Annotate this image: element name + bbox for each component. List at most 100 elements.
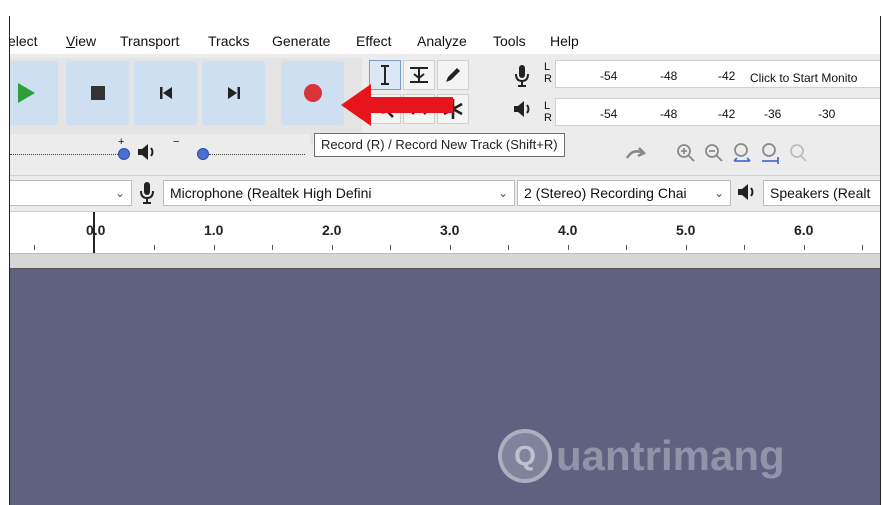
transport-toolbar	[10, 58, 362, 144]
menu-view[interactable]: View	[66, 33, 96, 49]
record-meter-hint: Click to Start Monito	[750, 71, 858, 85]
stop-button[interactable]	[66, 61, 129, 125]
fit-selection-icon	[733, 143, 751, 162]
skip-to-start-button[interactable]	[134, 61, 197, 125]
ruler-tick	[686, 245, 687, 250]
record-meter-channels: LR	[544, 61, 552, 85]
play-volume-track[interactable]	[209, 154, 305, 155]
ruler-label: 6.0	[794, 222, 814, 238]
ruler-label: 3.0	[440, 222, 460, 238]
play-meter-tick: -36	[764, 107, 782, 121]
play-icon	[10, 61, 58, 125]
menu-transport[interactable]: Transport	[120, 33, 179, 49]
ruler-label: 0.0	[86, 222, 106, 238]
watermark-logo: Q uantrimang	[498, 429, 785, 483]
speaker-meter-icon[interactable]	[512, 98, 534, 123]
ruler-tick	[332, 245, 333, 250]
timeline-scroll-strip[interactable]	[10, 253, 880, 269]
menu-help[interactable]: Help	[550, 33, 579, 49]
device-toolbar: ⌄ Microphone (Realtek High Defini ⌄ 2 (S…	[10, 175, 880, 208]
recording-channels-select[interactable]: 2 (Stereo) Recording Chai ⌄	[517, 180, 731, 206]
record-icon	[281, 61, 344, 125]
fit-project-icon	[762, 143, 779, 164]
meter-toolbar: LR -54 -48 -42 Click to Start Monito LR …	[505, 58, 880, 136]
play-meter-tick: -42	[718, 107, 736, 121]
record-meter[interactable]: -54 -48 -42 Click to Start Monito	[555, 60, 880, 88]
menu-analyze[interactable]: Analyze	[417, 33, 467, 49]
menu-select[interactable]: elect	[10, 33, 38, 49]
chevron-down-icon: ⌄	[497, 186, 508, 200]
menu-tools[interactable]: Tools	[493, 33, 526, 49]
ruler-tick	[744, 245, 745, 250]
redo-button[interactable]	[622, 138, 650, 168]
watermark-badge: Q	[498, 429, 552, 483]
ruler-tick	[508, 245, 509, 250]
ruler-tick	[154, 245, 155, 250]
ruler-label: 5.0	[676, 222, 696, 238]
play-meter-tick: -54	[600, 107, 618, 121]
speaker-volume-icon	[136, 142, 158, 165]
watermark-text: uantrimang	[556, 432, 785, 479]
play-button[interactable]	[10, 61, 58, 125]
menu-view-rest: iew	[75, 33, 97, 49]
record-meter-tick: -54	[600, 69, 618, 83]
playhead[interactable]	[93, 212, 95, 254]
microphone-meter-icon[interactable]	[513, 64, 531, 91]
play-meter-tick: -48	[660, 107, 678, 121]
record-tooltip: Record (R) / Record New Track (Shift+R)	[314, 133, 565, 157]
playback-device-value: Speakers (Realt	[770, 185, 871, 201]
ruler-label: 4.0	[558, 222, 578, 238]
ruler-tick	[272, 245, 273, 250]
redo-icon	[625, 147, 647, 159]
ruler-tick	[862, 245, 863, 250]
play-meter-tick: -30	[818, 107, 836, 121]
timeline-ruler[interactable]: 0.0 1.0 2.0 3.0 4.0 5.0 6.0	[10, 211, 880, 254]
menu-view-mnemonic: V	[66, 33, 76, 49]
menu-tracks[interactable]: Tracks	[208, 33, 249, 49]
ruler-label: 1.0	[204, 222, 224, 238]
chevron-down-icon: ⌄	[713, 186, 724, 200]
menu-bar: elect View Transport Tracks Generate Eff…	[10, 16, 880, 54]
zoom-toggle-button[interactable]	[784, 138, 812, 168]
recording-channels-value: 2 (Stereo) Recording Chai	[524, 185, 687, 201]
record-volume-track[interactable]	[10, 154, 124, 155]
ruler-tick	[568, 245, 569, 250]
chevron-down-icon: ⌄	[114, 186, 125, 200]
skip-to-start-icon	[134, 61, 197, 125]
zoom-toggle-icon	[790, 144, 807, 162]
ruler-tick	[390, 245, 391, 250]
play-meter[interactable]: -54 -48 -42 -36 -30	[555, 98, 880, 126]
record-meter-tick: -48	[660, 69, 678, 83]
play-volume-minus: −	[173, 136, 180, 148]
track-area[interactable]: Q uantrimang	[10, 269, 880, 505]
play-meter-channels: LR	[544, 100, 552, 124]
zoom-out-icon	[705, 144, 723, 162]
record-button[interactable]	[281, 61, 344, 125]
recording-device-value: Microphone (Realtek High Defini	[170, 185, 372, 201]
zoom-in-icon	[677, 144, 695, 162]
edit-toolbar	[622, 138, 880, 168]
fit-project-button[interactable]	[756, 138, 784, 168]
recording-device-select[interactable]: Microphone (Realtek High Defini ⌄	[163, 180, 515, 206]
mixer-toolbar: + −	[10, 134, 310, 168]
ruler-tick	[804, 245, 805, 250]
menu-generate[interactable]: Generate	[272, 33, 330, 49]
play-volume-slider[interactable]	[197, 148, 209, 160]
zoom-out-button[interactable]	[700, 138, 728, 168]
ruler-tick	[34, 245, 35, 250]
menu-effect[interactable]: Effect	[356, 33, 392, 49]
speaker-icon	[736, 181, 758, 206]
playback-device-select[interactable]: Speakers (Realt	[763, 180, 880, 206]
red-arrow-icon	[341, 84, 453, 126]
record-volume-plus: +	[118, 136, 125, 148]
record-volume-slider[interactable]	[118, 148, 130, 160]
record-meter-tick: -42	[718, 69, 736, 83]
audio-host-select[interactable]: ⌄	[10, 180, 132, 206]
ruler-tick	[450, 245, 451, 250]
skip-to-end-button[interactable]	[202, 61, 265, 125]
ruler-label: 2.0	[322, 222, 342, 238]
stop-icon	[66, 61, 129, 125]
zoom-in-button[interactable]	[672, 138, 700, 168]
audacity-window: elect View Transport Tracks Generate Eff…	[9, 16, 881, 505]
fit-selection-button[interactable]	[728, 138, 756, 168]
